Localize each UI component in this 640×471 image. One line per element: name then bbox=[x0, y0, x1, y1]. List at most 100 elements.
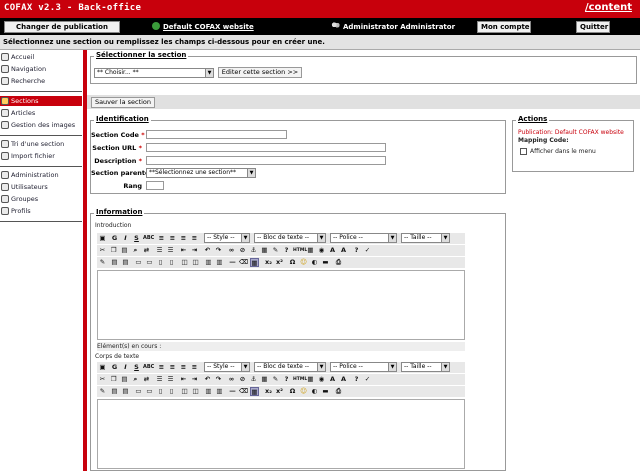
insert-row-icon[interactable]: ▭ bbox=[134, 258, 143, 267]
redo-icon[interactable]: ↷ bbox=[214, 246, 223, 255]
outdent-icon[interactable]: ⇤ bbox=[179, 375, 188, 384]
show-in-menu-checkbox[interactable] bbox=[520, 148, 527, 155]
cut-icon[interactable]: ✂ bbox=[98, 375, 107, 384]
save-section-button[interactable]: Sauver la section bbox=[91, 97, 155, 108]
save-icon[interactable]: ▣ bbox=[98, 363, 107, 372]
help-icon[interactable]: ? bbox=[282, 246, 291, 255]
redo-icon[interactable]: ↷ bbox=[214, 375, 223, 384]
split-cell-icon[interactable]: ◫ bbox=[180, 258, 189, 267]
media-icon[interactable]: ▬ bbox=[321, 387, 330, 396]
rank-input[interactable] bbox=[146, 181, 164, 190]
edit-icon[interactable]: ✎ bbox=[98, 387, 107, 396]
print-icon[interactable]: ⎙ bbox=[334, 258, 343, 267]
align-justify-icon[interactable]: ≡ bbox=[190, 234, 199, 243]
preview-icon[interactable]: ◉ bbox=[317, 246, 326, 255]
bg-color-icon[interactable]: A bbox=[339, 375, 348, 384]
bullet-list-icon[interactable]: ☰ bbox=[155, 246, 164, 255]
help-icon[interactable]: ? bbox=[282, 375, 291, 384]
sidebar-item-profiles[interactable]: Profils bbox=[0, 206, 82, 216]
copy-icon[interactable]: ❐ bbox=[109, 375, 118, 384]
undo-icon[interactable]: ↶ bbox=[203, 246, 212, 255]
char-map-icon[interactable]: Ω bbox=[288, 387, 297, 396]
align-right-icon[interactable]: ≡ bbox=[179, 234, 188, 243]
indent-icon[interactable]: ⇥ bbox=[190, 246, 199, 255]
italic-icon[interactable]: I bbox=[121, 234, 130, 243]
flash-icon[interactable]: ◐ bbox=[310, 387, 319, 396]
outdent-icon[interactable]: ⇤ bbox=[179, 246, 188, 255]
help-icon[interactable]: ? bbox=[352, 375, 361, 384]
table-row-icon[interactable]: ▤ bbox=[121, 258, 130, 267]
flash-icon[interactable]: ◐ bbox=[310, 258, 319, 267]
sidebar-item-accueil[interactable]: Accueil bbox=[0, 52, 82, 62]
align-center-icon[interactable]: ≡ bbox=[168, 363, 177, 372]
cleanup-icon[interactable]: ✎ bbox=[271, 375, 280, 384]
table-props-icon[interactable]: ▤ bbox=[110, 387, 119, 396]
delete-row-icon[interactable]: ▭ bbox=[145, 387, 154, 396]
strike-icon[interactable]: ABC bbox=[143, 363, 154, 372]
find-icon[interactable]: ⌕ bbox=[131, 246, 140, 255]
insert-row-icon[interactable]: ▭ bbox=[134, 387, 143, 396]
find-icon[interactable]: ⌕ bbox=[131, 375, 140, 384]
my-account-button[interactable]: Mon compte bbox=[477, 21, 531, 33]
sidebar-item-images[interactable]: Gestion des images bbox=[0, 120, 82, 130]
sidebar-item-recherche[interactable]: Recherche bbox=[0, 76, 82, 86]
cut-icon[interactable]: ✂ bbox=[98, 246, 107, 255]
remove-format-icon[interactable]: ⌫ bbox=[239, 258, 248, 267]
bullet-list-icon[interactable]: ☰ bbox=[155, 375, 164, 384]
style-select[interactable]: -- Style -- ▼ bbox=[204, 362, 250, 372]
help-icon[interactable]: ? bbox=[352, 246, 361, 255]
indent-icon[interactable]: ⇥ bbox=[190, 375, 199, 384]
unlink-icon[interactable]: ⊘ bbox=[238, 375, 247, 384]
hr-icon[interactable]: — bbox=[228, 387, 237, 396]
sidebar-item-sort-section[interactable]: Tri d'une section bbox=[0, 139, 82, 149]
delete-col-icon[interactable]: ▯ bbox=[167, 258, 176, 267]
numbered-list-icon[interactable]: ☰ bbox=[166, 246, 175, 255]
hr-icon[interactable]: — bbox=[228, 258, 237, 267]
anchor-icon[interactable]: ⚓ bbox=[249, 375, 258, 384]
visual-toggle-icon[interactable]: ▦ bbox=[250, 387, 259, 396]
merge-cell-icon[interactable]: ◫ bbox=[191, 258, 200, 267]
sidebar-item-users[interactable]: Utilisateurs bbox=[0, 182, 82, 192]
superscript-icon[interactable]: x² bbox=[275, 387, 284, 396]
visual-aid-icon[interactable]: ▥ bbox=[204, 387, 213, 396]
emoticon-icon[interactable]: ☺ bbox=[299, 387, 308, 396]
copy-icon[interactable]: ❐ bbox=[109, 246, 118, 255]
delete-col-icon[interactable]: ▯ bbox=[167, 387, 176, 396]
size-select[interactable]: -- Taille -- ▼ bbox=[401, 362, 450, 372]
section-code-input[interactable] bbox=[146, 130, 287, 139]
paste-text-icon[interactable]: ▥ bbox=[215, 258, 224, 267]
sidebar-item-articles[interactable]: Articles bbox=[0, 108, 82, 118]
media-icon[interactable]: ▬ bbox=[321, 258, 330, 267]
image-icon[interactable]: ▦ bbox=[260, 246, 269, 255]
insert-col-icon[interactable]: ▯ bbox=[156, 387, 165, 396]
visual-aid-icon[interactable]: ▥ bbox=[204, 258, 213, 267]
html-icon[interactable]: HTML bbox=[293, 375, 307, 384]
align-left-icon[interactable]: ≡ bbox=[157, 234, 166, 243]
paste-icon[interactable]: ▤ bbox=[120, 246, 129, 255]
emoticon-icon[interactable]: ☺ bbox=[299, 258, 308, 267]
preview-icon[interactable]: ◉ bbox=[317, 375, 326, 384]
link-icon[interactable]: ∞ bbox=[227, 246, 236, 255]
table-row-icon[interactable]: ▤ bbox=[121, 387, 130, 396]
sidebar-item-administration[interactable]: Administration bbox=[0, 170, 82, 180]
paste-icon[interactable]: ▤ bbox=[120, 375, 129, 384]
save-icon[interactable]: ▣ bbox=[98, 234, 107, 243]
font-select[interactable]: -- Police -- ▼ bbox=[330, 362, 397, 372]
merge-cell-icon[interactable]: ◫ bbox=[191, 387, 200, 396]
spellcheck-icon[interactable]: ✓ bbox=[363, 246, 372, 255]
section-url-input[interactable] bbox=[146, 143, 386, 152]
sidebar-item-import[interactable]: Import fichier bbox=[0, 151, 82, 161]
edit-section-button[interactable]: Editer cette section >> bbox=[218, 67, 302, 78]
content-path-link[interactable]: /content bbox=[585, 2, 632, 13]
unlink-icon[interactable]: ⊘ bbox=[238, 246, 247, 255]
bold-icon[interactable]: G bbox=[110, 234, 119, 243]
cleanup-icon[interactable]: ✎ bbox=[271, 246, 280, 255]
align-justify-icon[interactable]: ≡ bbox=[190, 363, 199, 372]
spellcheck-icon[interactable]: ✓ bbox=[363, 375, 372, 384]
image-icon[interactable]: ▦ bbox=[260, 375, 269, 384]
table-icon[interactable]: ▦ bbox=[306, 375, 315, 384]
style-select[interactable]: -- Style -- ▼ bbox=[204, 233, 250, 243]
block-select[interactable]: -- Bloc de texte -- ▼ bbox=[254, 362, 326, 372]
char-map-icon[interactable]: Ω bbox=[288, 258, 297, 267]
block-select[interactable]: -- Bloc de texte -- ▼ bbox=[254, 233, 326, 243]
